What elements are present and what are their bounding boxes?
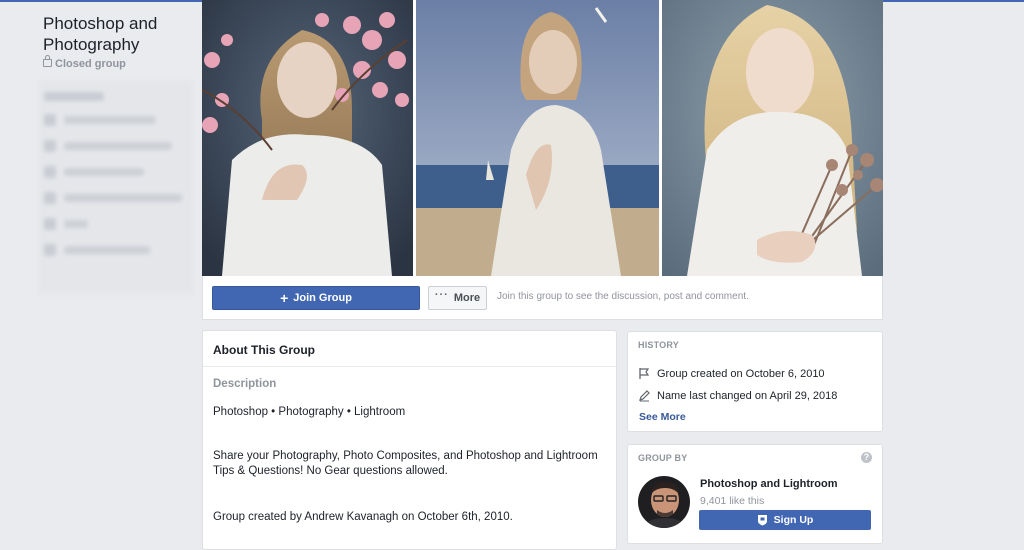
plus-icon: + [280, 290, 289, 306]
see-more-link[interactable]: See More [639, 411, 686, 423]
cover-photo-girl-with-blossoms [202, 0, 413, 276]
join-group-button[interactable]: + Join Group [212, 286, 420, 310]
privacy-label: Closed group [43, 55, 126, 70]
about-title: About This Group [213, 343, 315, 357]
page-name-link[interactable]: Photoshop and Lightroom [700, 478, 837, 490]
history-label: HISTORY [638, 340, 679, 350]
about-group-card: About This Group Description Photoshop •… [202, 330, 617, 550]
history-renamed-text: Name last changed on April 29, 2018 [657, 389, 838, 402]
history-created-text: Group created on October 6, 2010 [657, 367, 825, 380]
description-tags: Photoshop • Photography • Lightroom [213, 406, 406, 418]
description-created: Group created by Andrew Kavanagh on Octo… [213, 511, 513, 523]
group-by-card: GROUP BY ? Photoshop and Lightroom 9,401… [627, 444, 883, 544]
sidebar-navigation-blurred [38, 80, 194, 295]
history-item-created: Group created on October 6, 2010 [638, 367, 825, 380]
lock-icon [43, 55, 52, 67]
help-icon[interactable]: ? [861, 452, 872, 463]
privacy-text: Closed group [55, 58, 126, 70]
history-card: HISTORY Group created on October 6, 2010… [627, 331, 883, 432]
pencil-icon [639, 390, 650, 402]
ellipsis-icon: ··· [434, 289, 449, 301]
group-name[interactable]: Photoshop and Photography [43, 13, 193, 55]
shield-icon [757, 515, 767, 526]
history-item-renamed: Name last changed on April 29, 2018 [638, 389, 837, 402]
sign-up-label: Sign Up [773, 514, 814, 526]
page-avatar[interactable] [638, 476, 690, 528]
join-group-label: Join Group [293, 292, 352, 304]
join-hint-text: Join this group to see the discussion, p… [497, 291, 749, 302]
more-label: More [453, 292, 481, 304]
flag-icon [639, 368, 650, 379]
about-card-header: About This Group [203, 331, 616, 367]
description-body: Share your Photography, Photo Composites… [213, 450, 598, 477]
more-button[interactable]: ··· More [428, 286, 487, 310]
cover-photo-girl-by-sea [416, 0, 659, 276]
group-by-label: GROUP BY [638, 453, 688, 463]
sign-up-button[interactable]: Sign Up [699, 510, 871, 530]
description-label: Description [213, 378, 277, 390]
cover-photo-girl-with-dried-flowers [662, 0, 883, 276]
page-likes: 9,401 like this [700, 495, 765, 507]
